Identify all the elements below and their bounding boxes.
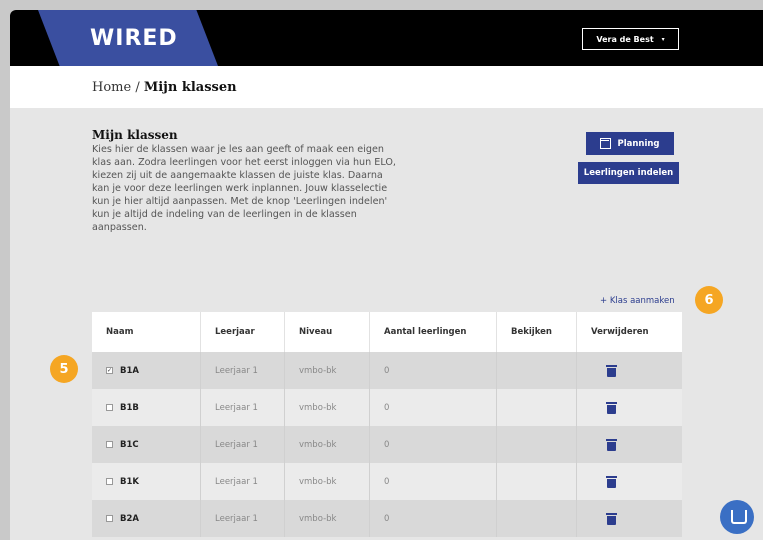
aantal-cell: 0 — [370, 426, 497, 463]
niveau-cell: vmbo-bk — [285, 426, 370, 463]
table-row[interactable]: B2A Leerjaar 1 vmbo-bk 0 — [92, 500, 682, 537]
leerlingen-indelen-button[interactable]: Leerlingen indelen — [578, 162, 679, 184]
breadcrumb-home[interactable]: Home — [92, 80, 131, 95]
trash-icon[interactable] — [606, 438, 617, 451]
bekijken-cell — [497, 352, 577, 389]
trash-icon[interactable] — [606, 401, 617, 414]
table-row[interactable]: B1K Leerjaar 1 vmbo-bk 0 — [92, 463, 682, 500]
name-cell: B1K — [92, 463, 201, 500]
name-cell: ✓ B1A — [92, 352, 201, 389]
planning-button-label: Planning — [617, 138, 660, 149]
trash-icon[interactable] — [606, 364, 617, 377]
row-checkbox[interactable] — [106, 404, 113, 411]
verwijderen-cell — [577, 426, 682, 463]
chat-bubble-icon[interactable] — [720, 500, 754, 534]
bekijken-cell — [497, 389, 577, 426]
column-header-niveau: Niveau — [285, 312, 370, 352]
page-description: Kies hier de klassen waar je les aan gee… — [92, 144, 396, 233]
aantal-cell: 0 — [370, 352, 497, 389]
trash-icon[interactable] — [606, 475, 617, 488]
aantal-cell: 0 — [370, 389, 497, 426]
verwijderen-cell — [577, 389, 682, 426]
row-checkbox[interactable] — [106, 478, 113, 485]
aantal-cell: 0 — [370, 463, 497, 500]
column-header-verwijderen: Verwijderen — [591, 327, 649, 337]
page-title: Mijn klassen — [92, 128, 178, 142]
niveau-cell: vmbo-bk — [285, 352, 370, 389]
klas-name: B1A — [120, 365, 139, 376]
verwijderen-cell — [577, 500, 682, 537]
name-cell: B1B — [92, 389, 201, 426]
row-checkbox-checked[interactable]: ✓ — [106, 367, 113, 374]
breadcrumb: Home / Mijn klassen — [92, 80, 237, 95]
breadcrumb-separator: / — [131, 80, 144, 95]
step-badge-6: 6 — [695, 286, 723, 314]
name-cell: B2A — [92, 500, 201, 537]
leerjaar-cell: Leerjaar 1 — [201, 500, 285, 537]
user-name: Vera de Best — [596, 34, 654, 44]
app-window: WIRED Vera de Best ▾ Home / Mijn klassen… — [10, 10, 763, 540]
chevron-down-icon: ▾ — [661, 35, 665, 43]
klas-name: B1B — [120, 402, 139, 413]
column-header-bekijken: Bekijken — [497, 312, 577, 352]
calendar-icon — [600, 138, 612, 149]
klassen-table: Naam Leerjaar Niveau Aantal leerlingen B… — [92, 312, 682, 537]
column-header-naam: Naam — [92, 312, 201, 352]
leerjaar-cell: Leerjaar 1 — [201, 463, 285, 500]
niveau-cell: vmbo-bk — [285, 500, 370, 537]
verwijderen-cell — [577, 463, 682, 500]
row-checkbox[interactable] — [106, 441, 113, 448]
bekijken-cell — [497, 463, 577, 500]
column-header-leerjaar: Leerjaar — [201, 312, 285, 352]
verwijderen-cell — [577, 352, 682, 389]
leerjaar-cell: Leerjaar 1 — [201, 352, 285, 389]
klas-name: B2A — [120, 513, 139, 524]
breadcrumb-bar: Home / Mijn klassen — [10, 66, 763, 108]
bekijken-cell — [497, 500, 577, 537]
table-row[interactable]: ✓ B1A Leerjaar 1 vmbo-bk 0 — [92, 352, 682, 389]
leerjaar-cell: Leerjaar 1 — [201, 426, 285, 463]
add-klas-link[interactable]: + Klas aanmaken — [600, 296, 675, 306]
name-cell: B1C — [92, 426, 201, 463]
table-row[interactable]: B1C Leerjaar 1 vmbo-bk 0 — [92, 426, 682, 463]
leerjaar-cell: Leerjaar 1 — [201, 389, 285, 426]
user-menu-dropdown[interactable]: Vera de Best ▾ — [582, 28, 679, 50]
column-header-aantal: Aantal leerlingen — [370, 312, 497, 352]
table-row[interactable]: B1B Leerjaar 1 vmbo-bk 0 — [92, 389, 682, 426]
trash-icon[interactable] — [606, 512, 617, 525]
wired-logo[interactable]: WIRED — [90, 26, 178, 51]
planning-button[interactable]: Planning — [586, 132, 674, 155]
klas-name: B1C — [120, 439, 139, 450]
row-checkbox[interactable] — [106, 515, 113, 522]
breadcrumb-current: Mijn klassen — [143, 80, 237, 95]
bekijken-cell — [497, 426, 577, 463]
niveau-cell: vmbo-bk — [285, 463, 370, 500]
table-header-row: Naam Leerjaar Niveau Aantal leerlingen B… — [92, 312, 682, 352]
aantal-cell: 0 — [370, 500, 497, 537]
klas-name: B1K — [120, 476, 139, 487]
step-badge-5: 5 — [50, 355, 78, 383]
top-navigation-bar: WIRED Vera de Best ▾ — [10, 10, 763, 66]
niveau-cell: vmbo-bk — [285, 389, 370, 426]
